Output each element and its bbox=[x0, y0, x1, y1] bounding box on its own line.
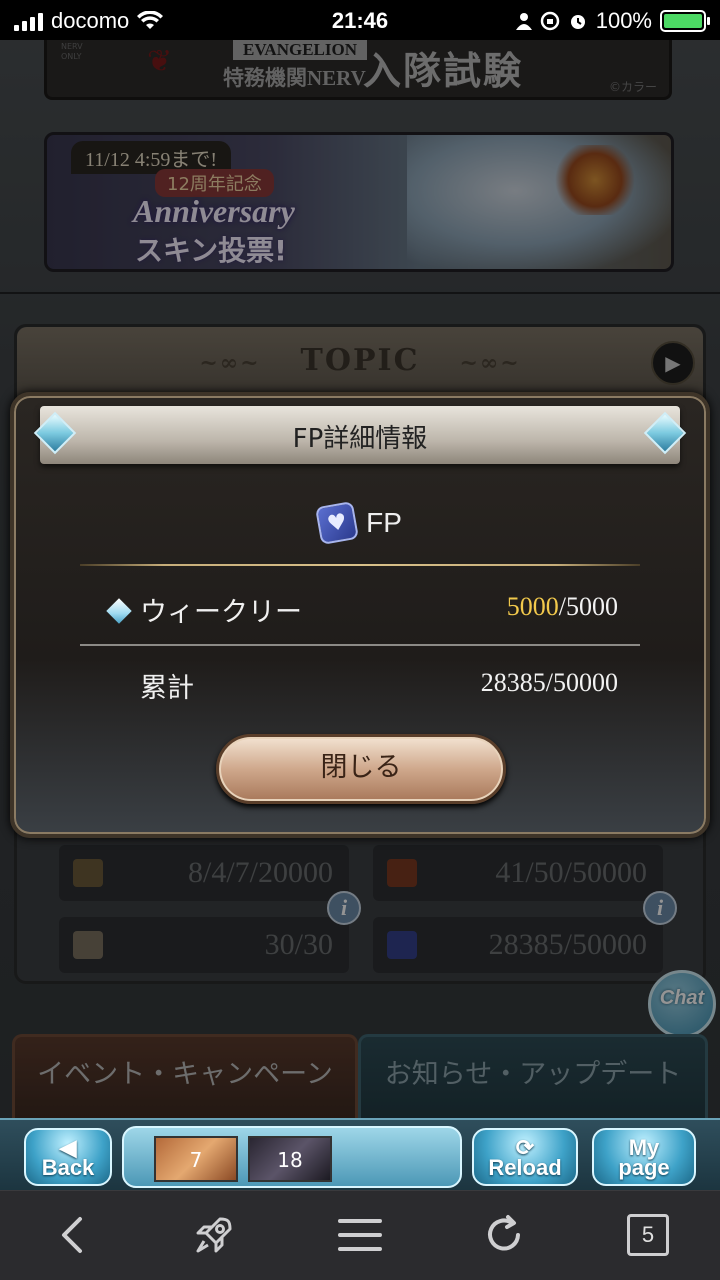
rocket-button[interactable] bbox=[186, 1211, 242, 1259]
fp-section-heading: ♥ FP bbox=[10, 500, 710, 546]
browser-reload-button[interactable] bbox=[476, 1211, 532, 1259]
battery-icon bbox=[660, 10, 710, 32]
quick-slots: 7 18 bbox=[122, 1126, 462, 1188]
mypage-button[interactable]: My page bbox=[592, 1128, 696, 1186]
rocket-icon bbox=[196, 1217, 232, 1253]
refresh-icon bbox=[488, 1215, 520, 1251]
tabs-button[interactable]: 5 bbox=[620, 1211, 676, 1259]
mypage-label-line2: page bbox=[618, 1155, 670, 1180]
hamburger-icon bbox=[338, 1219, 382, 1251]
reload-button[interactable]: ⟳ Reload bbox=[472, 1128, 578, 1186]
rotation-lock-icon bbox=[540, 11, 559, 31]
total-label: 累計 bbox=[140, 673, 194, 704]
total-value: 28385/50000 bbox=[480, 668, 618, 697]
fp-heart-icon: ♥ bbox=[315, 500, 360, 546]
battery-percent: 100% bbox=[595, 8, 652, 33]
fp-detail-dialog: FP詳細情報 ♥ FP ウィークリー 5000/5000 累計 28385/50… bbox=[10, 392, 710, 838]
person-icon bbox=[515, 13, 532, 30]
quick-slot[interactable]: 7 bbox=[154, 1136, 238, 1182]
fp-section-label: FP bbox=[366, 507, 402, 538]
alarm-icon bbox=[570, 15, 585, 29]
weekly-max: /5000 bbox=[558, 592, 618, 621]
close-button[interactable]: 閉じる bbox=[216, 734, 506, 804]
row-divider bbox=[80, 644, 640, 646]
back-label: Back bbox=[41, 1155, 95, 1180]
menu-button[interactable] bbox=[332, 1211, 388, 1259]
status-bar: docomo 21:46 100% bbox=[0, 0, 720, 40]
dialog-title: FP詳細情報 bbox=[292, 424, 428, 454]
browser-back-button[interactable] bbox=[44, 1211, 100, 1259]
game-nav-bar: ◀ Back 7 18 ⟳ Reload My page bbox=[0, 1118, 720, 1190]
weekly-label: ウィークリー bbox=[140, 597, 302, 628]
tab-count: 5 bbox=[627, 1214, 669, 1256]
status-right: 100% bbox=[515, 8, 710, 34]
weekly-value: 5000/5000 bbox=[507, 592, 618, 622]
chevron-left-icon bbox=[62, 1217, 82, 1253]
weekly-current: 5000 bbox=[506, 592, 559, 621]
browser-toolbar: 5 bbox=[0, 1190, 720, 1280]
dialog-header: FP詳細情報 bbox=[40, 406, 680, 464]
back-button[interactable]: ◀ Back bbox=[24, 1128, 112, 1186]
quick-slot[interactable]: 18 bbox=[248, 1136, 332, 1182]
gold-divider bbox=[80, 564, 640, 566]
reload-label: Reload bbox=[488, 1155, 562, 1180]
